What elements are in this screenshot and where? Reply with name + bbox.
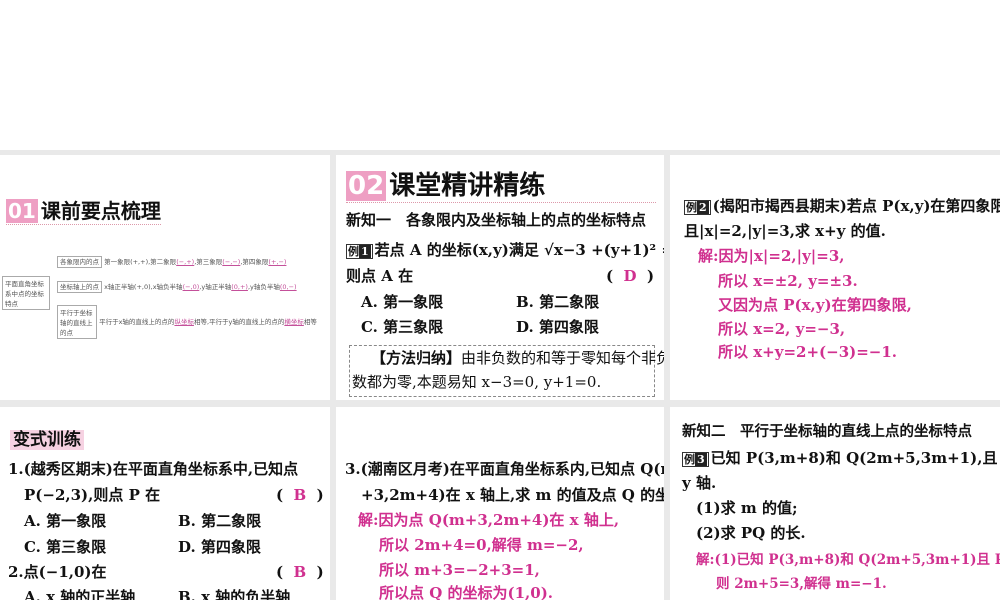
option-a: A. 第一象限 [361, 293, 444, 311]
solution-line: 解:(1)已知 P(3,m+8)和 Q(2m+5,3m+1)且 PQ∥y 轴, [696, 552, 1000, 568]
slide-1[interactable]: 01 课前要点梳理 平面直角坐标系中点的坐标特点 各象限内的点 第一象限(+,+)… [0, 155, 330, 400]
question-line: 2.点(−1,0)在 [8, 563, 107, 581]
option-a: A. x 轴的正半轴 [24, 588, 136, 600]
option-d: D. 第四象限 [516, 318, 599, 336]
option-b: B. x 轴的负半轴 [178, 588, 291, 600]
section-title: 课堂精讲精练 [389, 171, 546, 201]
question-line: 且|x|=2,|y|=3,求 x+y 的值. [684, 222, 886, 240]
option-c: C. 第三象限 [361, 318, 444, 336]
solution-line: 所以 x=2, y=−3, [718, 320, 846, 338]
answer-bracket: ( D ) [606, 267, 655, 285]
solution-line: 则 2m+5=3,解得 m=−1. [716, 576, 887, 592]
solution-line: 所以 2m+4=0,解得 m=−2, [379, 536, 584, 554]
sub-question: (2)求 PQ 的长. [696, 524, 806, 542]
solution-line: 所以点 Q 的坐标为(1,0). [379, 584, 554, 600]
example-question: 例3已知 P(3,m+8)和 Q(2m+5,3m+1),且 PQ∥ [682, 449, 1000, 467]
section-heading: 02 课堂精讲精练 [346, 165, 656, 203]
solution-line: 解:因为点 Q(m+3,2m+4)在 x 轴上, [358, 511, 620, 529]
example-question: 例 2 (揭阳市揭西县期末)若点 P(x,y)在第四象限, [684, 197, 1000, 215]
sub-question: (1)求 m 的值; [696, 499, 798, 517]
example-badge: 例2 [684, 200, 711, 215]
example-question: 例 1 若点 A 的坐标(x,y)满足 √x−3 +(y+1)² =0, [346, 241, 664, 259]
question-line: 3.(潮南区月考)在平面直角坐标系内,已知点 Q(m [345, 460, 664, 478]
mindmap-root: 平面直角坐标系中点的坐标特点 [2, 276, 50, 310]
mindmap-branch-3: 平行于坐标轴的直线上的点 平行于x轴的直线上的点的纵坐标相等,平行于y轴的直线上… [57, 305, 317, 339]
option-b: B. 第二象限 [516, 293, 600, 311]
question-line: P(−2,3),则点 P 在 [24, 486, 161, 504]
slide-5[interactable]: 3.(潮南区月考)在平面直角坐标系内,已知点 Q(m +3,2m+4)在 x 轴… [336, 407, 664, 600]
option-a: A. 第一象限 [24, 512, 107, 530]
solution-line: 所以 x=±2, y=±3. [718, 272, 858, 290]
slide-3[interactable]: 例 2 (揭阳市揭西县期末)若点 P(x,y)在第四象限, 且|x|=2,|y|=3… [670, 155, 1000, 400]
question-line: +3,2m+4)在 x 轴上,求 m 的值及点 Q 的坐标. [361, 486, 664, 504]
slide-6[interactable]: 新知二 平行于坐标轴的直线上点的坐标特点 例 3 已知 P(3,m+8)和 Q(2m… [670, 407, 1000, 600]
section-number: 01 [6, 199, 38, 223]
method-line-1: 【方法归纳】由非负数的和等于零知每个非负 [371, 349, 664, 367]
mindmap-branch-2: 坐标轴上的点 x轴正半轴(+,0),x轴负半轴(−,0),y轴正半轴(0,+),… [57, 281, 297, 293]
slide-4[interactable]: 变式训练 1.(越秀区期末)在平面直角坐标系中,已知点 P(−2,3),则点 P… [0, 407, 330, 600]
option-d: D. 第四象限 [178, 538, 261, 556]
solution-line: 又因为点 P(x,y)在第四象限, [718, 296, 912, 314]
section-number: 02 [346, 171, 387, 201]
mindmap-branch-1: 各象限内的点 第一象限(+,+),第二象限(−,+),第三象限(−,−),第四象… [57, 256, 286, 268]
option-c: C. 第三象限 [24, 538, 107, 556]
slide-2[interactable]: 02 课堂精讲精练 新知一 各象限内及坐标轴上的点的坐标特点 例 1 若点 A 的坐标… [336, 155, 664, 400]
method-line-2: 数都为零,本题易知 x−3=0, y+1=0. [352, 373, 602, 391]
solution-line: 所以 x+y=2+(−3)=−1. [718, 343, 898, 361]
answer-bracket: ( B ) [276, 486, 324, 504]
example-badge: 例3 [682, 452, 709, 467]
subsection-title: 新知一 各象限内及坐标轴上的点的坐标特点 [346, 211, 647, 229]
question-line: 1.(越秀区期末)在平面直角坐标系中,已知点 [8, 460, 299, 478]
question-line: 则点 A 在 [346, 267, 414, 285]
section-heading: 01 课前要点梳理 [6, 195, 161, 225]
question-line: y 轴. [682, 474, 717, 492]
answer-bracket: ( B ) [276, 563, 324, 581]
practice-title: 变式训练 [10, 430, 84, 450]
solution-line: 解:因为|x|=2,|y|=3, [698, 247, 845, 265]
example-badge: 例1 [346, 244, 373, 259]
subsection-title: 新知二 平行于坐标轴的直线上点的坐标特点 [682, 424, 972, 440]
solution-line: 所以 m+3=−2+3=1, [379, 561, 540, 579]
section-title: 课前要点梳理 [40, 199, 161, 223]
option-b: B. 第二象限 [178, 512, 262, 530]
